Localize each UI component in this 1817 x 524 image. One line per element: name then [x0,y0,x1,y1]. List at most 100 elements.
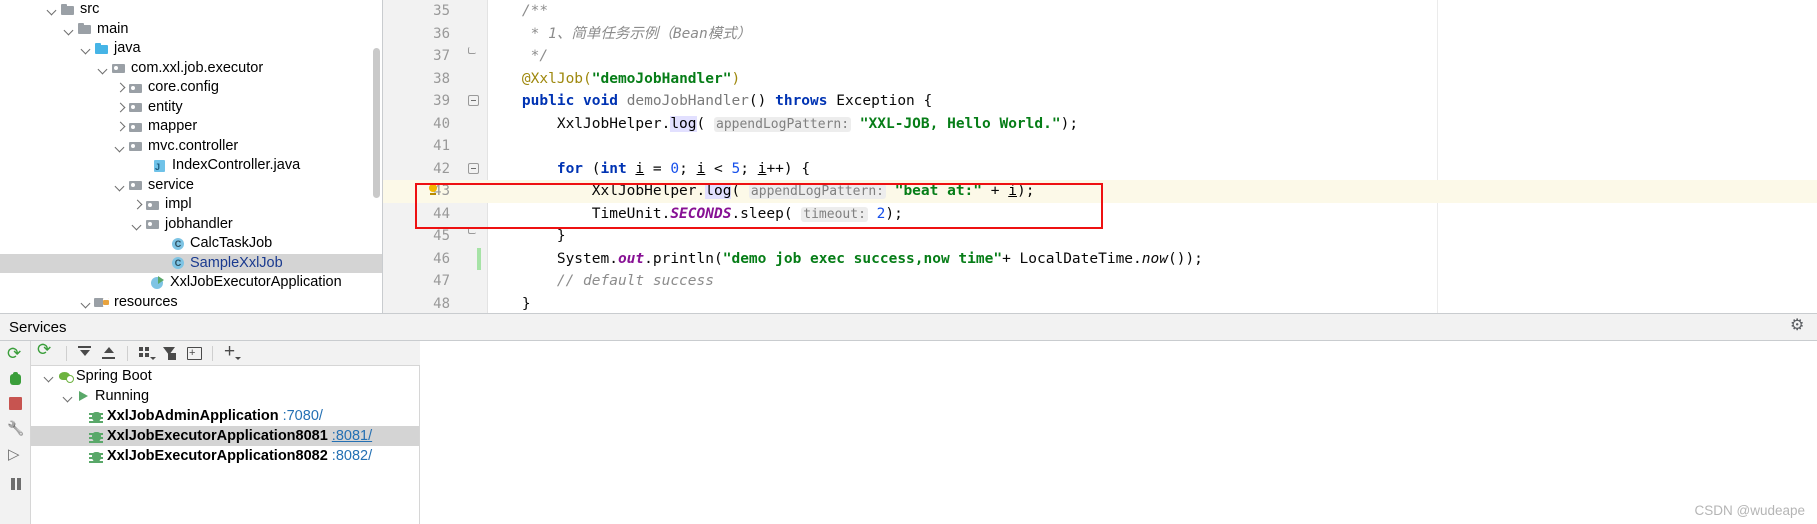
code-line[interactable]: TimeUnit.SECONDS.sleep( timeout: 2); [487,203,1817,226]
chevron-down-icon[interactable] [80,296,93,309]
bug-icon [88,448,104,464]
code-line[interactable]: * 1、简单任务示例（Bean模式） [487,23,1817,46]
code-lines-area[interactable]: /** * 1、简单任务示例（Bean模式） */ @XxlJob("demoJ… [487,0,1817,313]
tree-item-main[interactable]: main [0,20,382,40]
tree-item-core-config[interactable]: core.config [0,78,382,98]
intention-bulb-icon[interactable] [427,184,439,196]
service-port-link[interactable]: :7080/ [283,406,323,426]
gutter-row: 46 [383,247,487,270]
top-area: src main java com.xxl.job.executor core.conf… [0,0,1817,313]
code-token: */ [487,48,549,64]
fold-end-icon[interactable] [468,47,476,54]
chevron-right-icon[interactable] [114,120,127,133]
code-line[interactable]: XxlJobHelper.log( appendLogPattern: "XXL… [487,113,1817,136]
chevron-down-icon[interactable] [43,370,56,383]
code-line[interactable]: /** [487,0,1817,23]
fold-toggle-icon[interactable] [468,162,479,174]
service-port-link[interactable]: :8082/ [332,446,372,466]
chevron-down-icon[interactable] [114,179,127,192]
chevron-down-icon[interactable] [114,140,127,153]
tree-item-jobhandler[interactable]: jobhandler [0,215,382,235]
service-row-spring-boot[interactable]: Spring Boot [31,366,419,386]
service-port-link[interactable]: :8081/ [332,426,372,446]
filter-icon[interactable] [159,343,181,363]
services-tool-window-header[interactable]: Services [0,313,1817,341]
tree-item-label: mapper [148,118,198,134]
tree-item-resources[interactable]: resources [0,293,382,313]
resume-button[interactable] [7,444,25,466]
code-line[interactable]: // default success [487,270,1817,293]
project-tree-panel[interactable]: src main java com.xxl.job.executor core.conf… [0,0,383,313]
expand-all-icon[interactable] [74,343,96,363]
line-number: 42 [433,160,450,177]
code-line[interactable] [487,135,1817,158]
service-row-xxljobexecutorapplication8082[interactable]: XxlJobExecutorApplication8082:8082/ [31,446,419,466]
tree-item-mvc-controller[interactable]: mvc.controller [0,137,382,157]
tree-item-src[interactable]: src [0,0,382,20]
code-token: throws [775,93,837,109]
code-token: 0 [670,160,680,177]
code-token: TimeUnit. [487,205,671,222]
tree-item-calctaskjob[interactable]: CalcTaskJob [0,234,382,254]
bug-icon [88,428,104,444]
tree-item-samplexxljob[interactable]: SampleXxlJob [0,253,382,273]
pkg-icon [145,216,161,232]
debug-button[interactable] [7,371,25,389]
tree-item-mapper[interactable]: mapper [0,117,382,137]
chevron-right-icon[interactable] [114,101,127,114]
chevron-down-icon[interactable] [80,42,93,55]
chevron-right-icon[interactable] [114,81,127,94]
chevron-down-icon[interactable] [63,23,76,36]
fold-toggle-icon[interactable] [468,95,479,106]
code-line[interactable]: } [487,225,1817,248]
tree-item-impl[interactable]: impl [0,195,382,215]
code-line[interactable]: */ [487,45,1817,68]
cls-icon [170,236,186,252]
gear-icon[interactable] [1790,317,1806,336]
services-tree[interactable]: Spring Boot Running XxlJobAdminApplication… [31,366,420,524]
javafile-icon [152,158,168,174]
services-toolbar[interactable] [31,339,420,366]
code-editor[interactable]: 353637383940414243444546474849 /** * 1、简… [383,0,1817,313]
service-row-running[interactable]: Running [31,386,419,406]
tree-item-service[interactable]: service [0,176,382,196]
collapse-all-icon[interactable] [98,343,120,363]
project-tree-scrollbar[interactable] [373,48,380,198]
rerun-button[interactable] [7,343,25,365]
tree-item-com-xxl-job-executor[interactable]: com.xxl.job.executor [0,59,382,79]
tree-item-label: main [97,20,129,37]
chevron-down-icon[interactable] [97,62,110,75]
res-icon [94,294,110,310]
tree-item-xxljobexecutorapplication[interactable]: XxlJobExecutorApplication [0,273,382,293]
settings-button[interactable] [7,420,25,438]
group-by-icon[interactable] [135,343,157,363]
stop-button[interactable] [7,395,25,413]
code-line[interactable]: XxlJobHelper.log( appendLogPattern: "bea… [487,180,1817,203]
code-line[interactable]: @XxlJob("demoJobHandler") [487,68,1817,91]
fold-end-icon[interactable] [468,227,476,234]
chevron-down-icon[interactable] [46,3,59,16]
service-row-xxljobadminapplication[interactable]: XxlJobAdminApplication:7080/ [31,406,419,426]
chevron-right-icon[interactable] [131,198,144,211]
code-token: 5 [731,160,741,177]
tree-item-indexcontroller-java[interactable]: IndexController.java [0,156,382,176]
gutter-row: 45 [383,225,487,248]
tree-item-entity[interactable]: entity [0,98,382,118]
rerun-failed-icon[interactable] [37,339,59,363]
code-token: ); [1060,115,1079,132]
tree-item-java[interactable]: java [0,39,382,59]
gutter-row: 37 [383,45,487,68]
show-in-new-tab-icon[interactable] [183,343,205,363]
chevron-down-icon[interactable] [62,390,75,403]
chevron-down-icon[interactable] [131,218,144,231]
pause-button[interactable] [7,475,25,493]
code-line[interactable]: for (int i = 0; i < 5; i++) { [487,158,1817,181]
code-line[interactable]: public void demoJobHandler() throws Exce… [487,90,1817,113]
add-service-icon[interactable] [220,341,242,363]
run-actions-sidebar[interactable] [0,341,31,524]
code-line[interactable]: System.out.println("demo job exec succes… [487,248,1817,271]
code-token: for [556,160,592,177]
service-row-xxljobexecutorapplication8081[interactable]: XxlJobExecutorApplication8081:8081/ [31,426,419,446]
code-line[interactable]: } [487,293,1817,314]
